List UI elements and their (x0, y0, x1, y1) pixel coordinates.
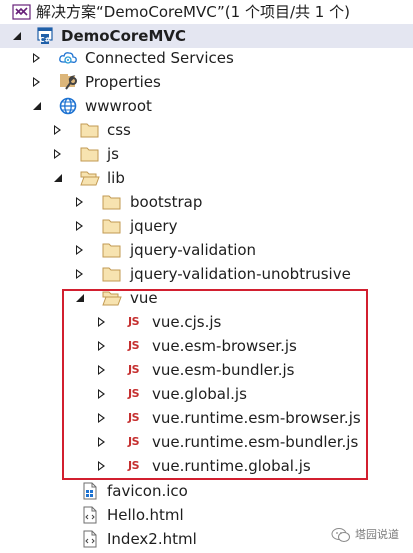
tree-row-project[interactable]: C# DemoCoreMVC (0, 24, 413, 48)
properties-wrench-icon (58, 73, 78, 91)
tree-row-css[interactable]: css (0, 118, 413, 142)
collapsed-chevron-icon[interactable] (54, 125, 61, 135)
tree-row-favicon[interactable]: favicon.ico (0, 479, 413, 503)
highlight-box (62, 289, 368, 480)
collapsed-chevron-icon[interactable] (76, 197, 83, 207)
collapsed-chevron-icon[interactable] (76, 269, 83, 279)
csharp-project-icon: C# (35, 27, 55, 45)
folder-label: jquery-validation-unobtrusive (130, 265, 351, 283)
tree-row-hello-html[interactable]: Hello.html (0, 503, 413, 527)
tree-row-js[interactable]: js (0, 142, 413, 166)
tree-row-lib[interactable]: lib (0, 166, 413, 190)
folder-label: lib (107, 169, 125, 187)
folder-icon (102, 265, 122, 283)
folder-icon (80, 121, 100, 139)
collapsed-chevron-icon[interactable] (33, 77, 40, 87)
file-label: favicon.ico (107, 482, 188, 500)
wwwroot-label: wwwroot (85, 97, 152, 115)
connected-services-icon (58, 49, 78, 67)
tree-row-jquery-validation[interactable]: jquery-validation (0, 238, 413, 262)
folder-open-icon (80, 169, 100, 187)
tree-row-connected-services[interactable]: Connected Services (0, 46, 413, 70)
folder-icon (102, 193, 122, 211)
folder-icon (102, 241, 122, 259)
tree-row-jquery[interactable]: jquery (0, 214, 413, 238)
html-file-icon (80, 506, 100, 524)
file-label: Index2.html (107, 530, 197, 548)
tree-row-jquery-validation-unobtrusive[interactable]: jquery-validation-unobtrusive (0, 262, 413, 286)
expanded-chevron-icon[interactable] (54, 174, 62, 182)
collapsed-chevron-icon[interactable] (33, 53, 40, 63)
expanded-chevron-icon[interactable] (33, 102, 41, 110)
folder-label: css (107, 121, 131, 139)
tree-row-bootstrap[interactable]: bootstrap (0, 190, 413, 214)
expanded-chevron-icon[interactable] (13, 32, 21, 40)
tree-row-properties[interactable]: Properties (0, 70, 413, 94)
tree-row-wwwroot[interactable]: wwwroot (0, 94, 413, 118)
globe-icon (58, 97, 78, 115)
folder-label: bootstrap (130, 193, 203, 211)
folder-icon (80, 145, 100, 163)
file-label: Hello.html (107, 506, 184, 524)
watermark-text: 塔园说道 (355, 528, 399, 541)
html-file-icon (80, 530, 100, 548)
collapsed-chevron-icon[interactable] (76, 245, 83, 255)
properties-label: Properties (85, 73, 161, 91)
wechat-bubble-icon (331, 527, 351, 546)
folder-label: js (107, 145, 119, 163)
folder-label: jquery-validation (130, 241, 257, 259)
favicon-file-icon (80, 482, 100, 500)
svg-text:C#: C# (39, 36, 50, 44)
solution-icon (12, 3, 32, 21)
folder-icon (102, 217, 122, 235)
collapsed-chevron-icon[interactable] (54, 149, 61, 159)
collapsed-chevron-icon[interactable] (76, 221, 83, 231)
solution-label: 解决方案“DemoCoreMVC”(1 个项目/共 1 个) (36, 3, 350, 21)
project-label: DemoCoreMVC (61, 27, 186, 45)
tree-row-index2-html[interactable]: Index2.html (0, 527, 413, 551)
connected-services-label: Connected Services (85, 49, 234, 67)
tree-row-solution[interactable]: 解决方案“DemoCoreMVC”(1 个项目/共 1 个) (0, 0, 413, 24)
folder-label: jquery (130, 217, 178, 235)
